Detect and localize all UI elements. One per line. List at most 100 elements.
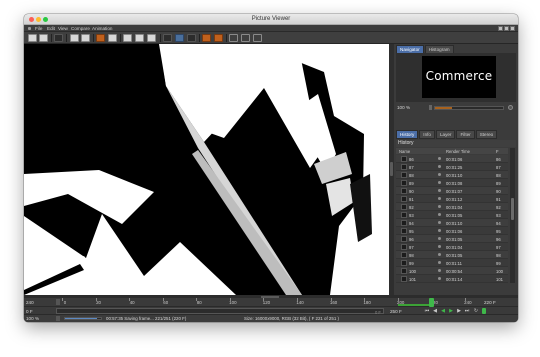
panel-layout-buttons [498, 26, 515, 31]
history-row[interactable]: 96 00:01:05 96 [396, 235, 508, 243]
tab-info[interactable]: Info [419, 130, 435, 139]
navigator-preview[interactable]: Commerce [396, 53, 516, 102]
grid-view-icon[interactable] [175, 34, 184, 42]
history-row[interactable]: 87 00:01:25 87 [396, 163, 508, 171]
go-to-start-icon[interactable]: ⏮ [424, 308, 430, 314]
history-row[interactable]: 99 00:01:11 99 [396, 259, 508, 267]
tab-filter[interactable]: Filter [456, 130, 475, 139]
history-thumbnail [401, 236, 407, 242]
navigator-thumbnail[interactable]: Commerce [422, 56, 496, 98]
play-backward-icon[interactable]: ◀ [440, 308, 446, 314]
channel-b-icon[interactable] [147, 34, 156, 42]
range-end-field[interactable]: 250 F [390, 309, 402, 314]
step-forward-icon[interactable]: ▶ [456, 308, 462, 314]
layout-grid-icon[interactable] [510, 26, 515, 31]
status-message: 00:57:35 Saving frame... 221/251 (220 F) [106, 316, 187, 321]
history-row[interactable]: 97 00:01:04 97 [396, 243, 508, 251]
open-file-icon[interactable] [28, 34, 37, 42]
picture-viewer-window: Picture Viewer File Edit View Compare An… [24, 14, 518, 322]
stereo-icon[interactable] [202, 34, 211, 42]
history-row[interactable]: 93 00:01:05 93 [396, 211, 508, 219]
timeline-tick-label: 0 [63, 300, 67, 305]
channel-r-icon[interactable] [123, 34, 132, 42]
history-row-time: 00:01:07 [446, 188, 463, 194]
zoom-value[interactable]: 100 % [397, 105, 410, 110]
history-row-frame: 96 [496, 236, 501, 242]
scrollbar-thumb[interactable] [511, 198, 514, 220]
compare-icon[interactable] [70, 34, 79, 42]
history-scrollbar[interactable] [510, 148, 515, 283]
step-back-icon[interactable]: ◀ [432, 308, 438, 314]
status-dot-icon [438, 205, 441, 208]
zoom-stepper[interactable] [429, 105, 432, 110]
app-menu-icon[interactable] [28, 27, 31, 30]
history-row[interactable]: 98 00:01:05 98 [396, 251, 508, 259]
save-icon[interactable] [39, 34, 48, 42]
column-render-time[interactable]: Render Time [446, 149, 470, 154]
zoom-reset-icon[interactable] [508, 105, 513, 110]
render-icon[interactable] [81, 34, 90, 42]
export-icon[interactable] [96, 34, 105, 42]
layout-single-icon[interactable] [498, 26, 503, 31]
timeline-dropdown[interactable] [56, 299, 60, 305]
timeline-end-value[interactable]: 220 F [484, 300, 496, 305]
menu-bar: File Edit View Compare Animation [24, 25, 518, 32]
status-zoom-stepper[interactable] [56, 316, 60, 321]
history-row[interactable]: 100 00:00:54 100 [396, 267, 508, 275]
histogram-icon[interactable] [187, 34, 196, 42]
zoom-slider[interactable] [434, 106, 504, 110]
timeline-ruler[interactable]: 0 20 40 60 80 100 120 140 160 180 200 220 240 [62, 298, 485, 307]
history-row[interactable]: 90 00:01:07 90 [396, 187, 508, 195]
history-row-name: 100 [409, 268, 416, 274]
history-row-time: 00:01:12 [446, 196, 463, 202]
history-row-time: 00:01:08 [446, 180, 463, 186]
timeline-tick-label: 140 [296, 300, 304, 305]
image-info: Size: 16000x9000, RGB (32 Bit), ( F 221 … [244, 316, 339, 321]
status-dot-icon [438, 253, 441, 256]
image-canvas[interactable] [24, 44, 389, 295]
menu-animation[interactable]: Animation [92, 26, 112, 31]
layout-split-icon[interactable] [504, 26, 509, 31]
color-correct-icon[interactable] [214, 34, 223, 42]
history-row-frame: 94 [496, 220, 501, 226]
status-zoom[interactable]: 100 % [26, 316, 39, 321]
history-row[interactable]: 92 00:01:04 92 [396, 203, 508, 211]
history-row-time: 00:01:04 [446, 244, 463, 250]
fullscreen-icon[interactable] [253, 34, 262, 42]
history-row[interactable]: 95 00:01:06 95 [396, 227, 508, 235]
range-start-field[interactable]: 0 F [26, 309, 33, 314]
film-icon[interactable] [54, 34, 63, 42]
history-row[interactable]: 86 00:01:06 86 [396, 155, 508, 163]
column-name[interactable]: Name [399, 149, 410, 154]
history-row[interactable]: 91 00:01:12 91 [396, 195, 508, 203]
tab-stereo[interactable]: Stereo [475, 130, 498, 139]
menu-file[interactable]: File [35, 26, 42, 31]
crop-icon[interactable] [229, 34, 238, 42]
loop-icon[interactable]: ↻ [473, 308, 479, 314]
record-icon[interactable] [482, 308, 486, 314]
frame-range-slider[interactable]: 0 F [56, 308, 384, 315]
ab-compare-icon[interactable] [163, 34, 172, 42]
transport-bar: 0 F 0 F 250 F ⏮ ◀ ◀ ▶ ▶ ⏭ ↻ [24, 307, 518, 315]
thumbnail-text: Commerce [425, 69, 493, 83]
tab-layer[interactable]: Layer [435, 130, 456, 139]
fit-icon[interactable] [241, 34, 250, 42]
channel-g-icon[interactable] [135, 34, 144, 42]
history-row[interactable]: 89 00:01:08 89 [396, 179, 508, 187]
column-frame[interactable]: F [496, 149, 499, 154]
history-row[interactable]: 101 00:01:14 101 [396, 275, 508, 283]
go-to-end-icon[interactable]: ⏭ [464, 308, 470, 314]
history-row[interactable]: 94 00:01:10 94 [396, 219, 508, 227]
tab-history[interactable]: History [396, 130, 419, 139]
splitter-handle[interactable] [390, 162, 393, 176]
history-row-frame: 98 [496, 252, 501, 258]
region-icon[interactable] [108, 34, 117, 42]
menu-view[interactable]: View [58, 26, 68, 31]
timeline-playhead[interactable] [429, 298, 435, 307]
status-dot-icon [438, 181, 441, 184]
history-row[interactable]: 88 00:01:10 88 [396, 171, 508, 179]
menu-compare[interactable]: Compare [71, 26, 90, 31]
menu-edit[interactable]: Edit [47, 26, 55, 31]
timeline-start-value[interactable]: 240 [26, 300, 34, 305]
play-forward-icon[interactable]: ▶ [448, 308, 454, 314]
